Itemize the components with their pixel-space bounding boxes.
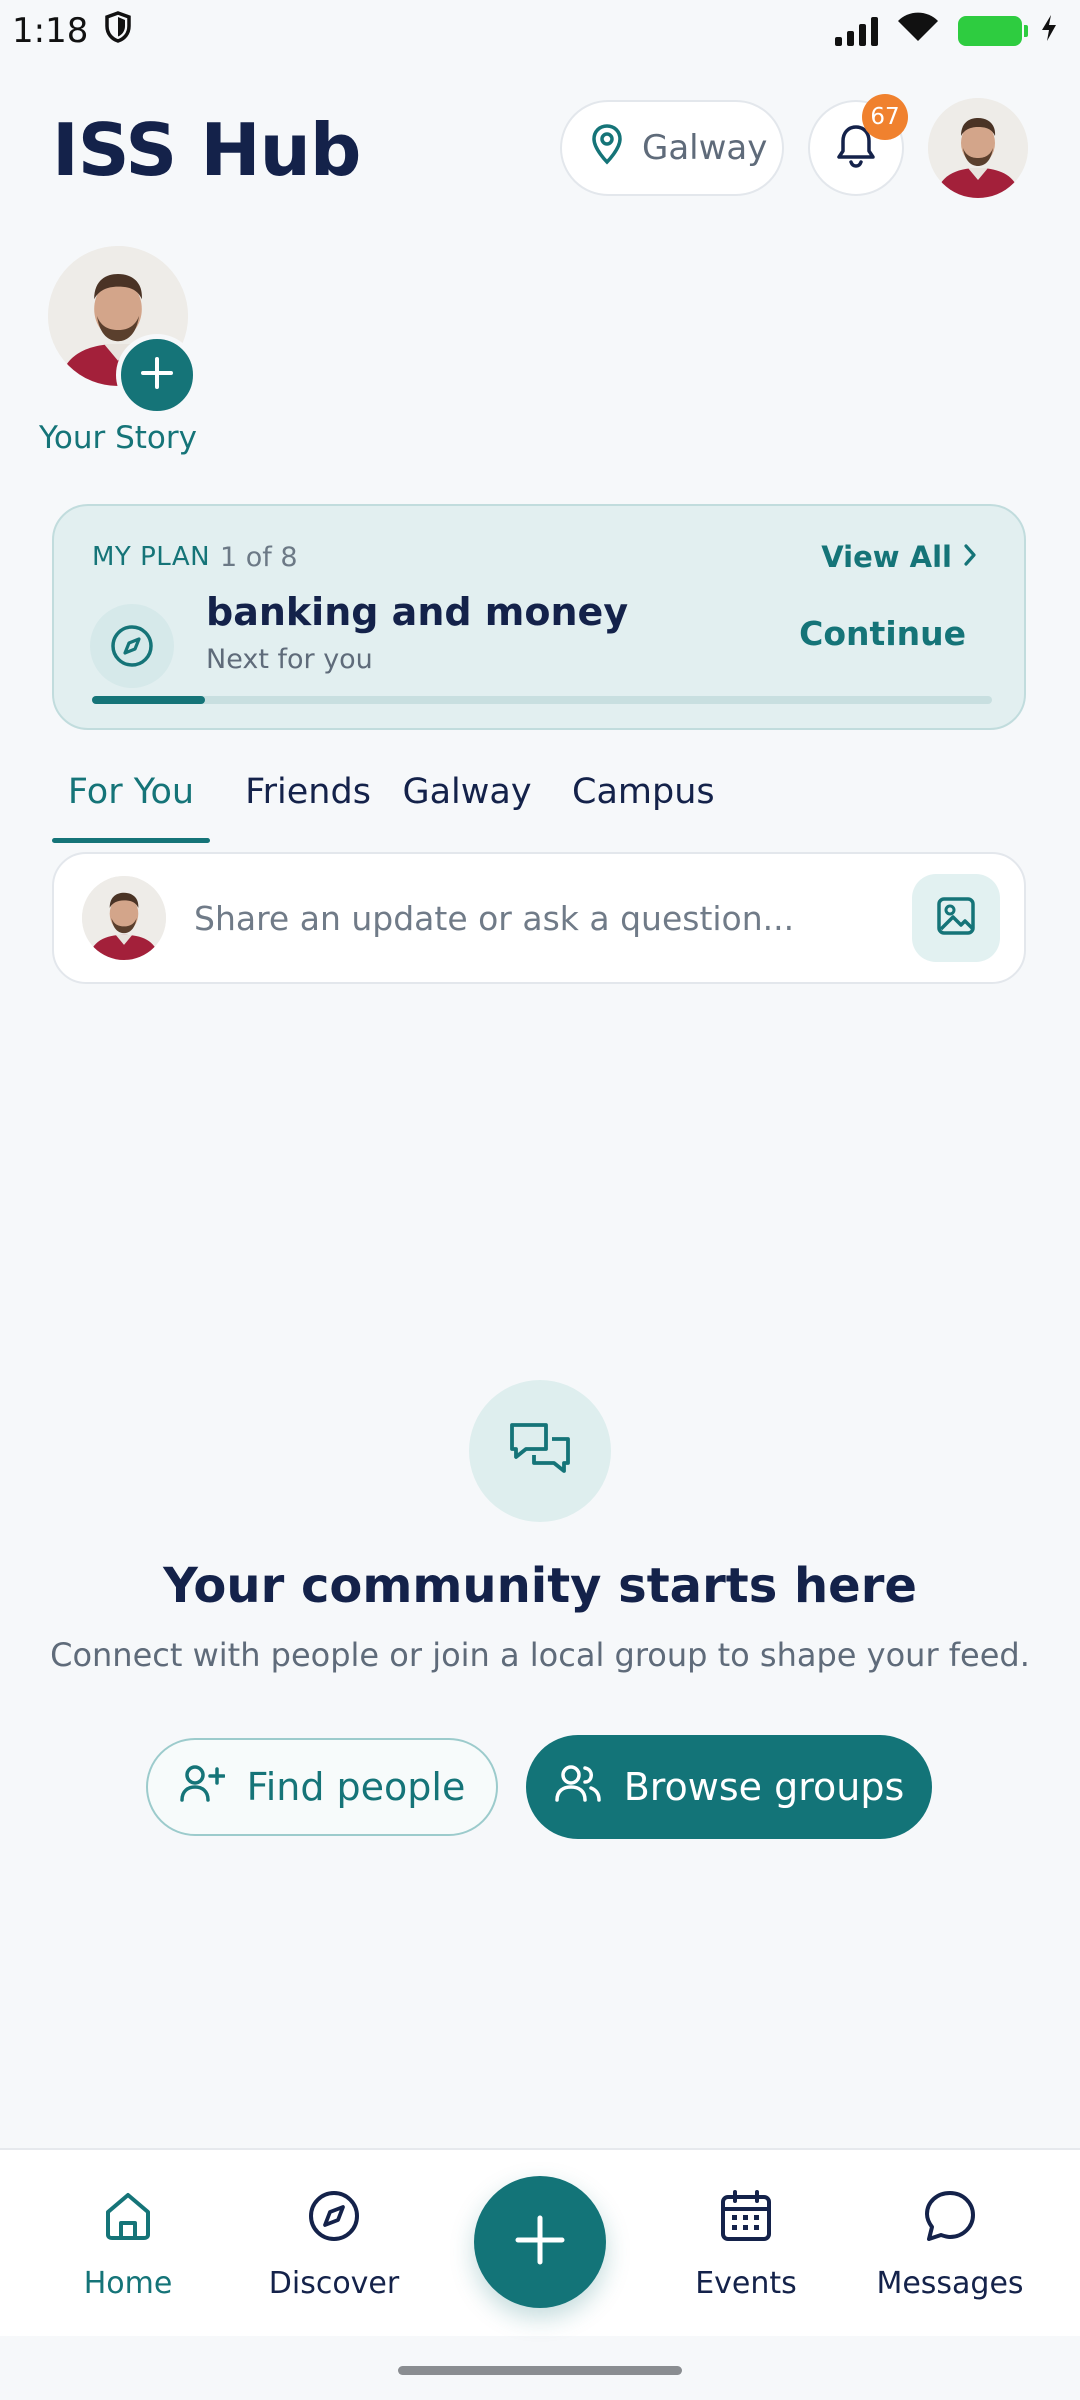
plan-compass-icon bbox=[90, 604, 174, 688]
profile-avatar[interactable] bbox=[928, 98, 1028, 198]
compass-icon bbox=[306, 2188, 362, 2252]
nav-messages-label: Messages bbox=[876, 2266, 1024, 2301]
home-indicator[interactable] bbox=[398, 2366, 682, 2375]
home-icon bbox=[100, 2188, 156, 2252]
post-composer[interactable]: Share an update or ask a question... bbox=[52, 852, 1026, 984]
tab-galway[interactable]: Galway bbox=[396, 760, 538, 842]
plus-icon bbox=[139, 355, 175, 395]
feed-tabs: For You Friends Galway Campus bbox=[52, 760, 715, 843]
location-selector[interactable]: Galway bbox=[560, 100, 784, 196]
shield-icon bbox=[104, 10, 132, 52]
nav-home-label: Home bbox=[83, 2266, 173, 2301]
find-people-button[interactable]: Find people bbox=[146, 1738, 498, 1836]
calendar-icon bbox=[718, 2188, 774, 2252]
plan-subtitle: Next for you bbox=[206, 644, 373, 675]
browse-groups-button[interactable]: Browse groups bbox=[526, 1735, 932, 1839]
nav-home[interactable]: Home bbox=[38, 2188, 218, 2301]
image-icon bbox=[935, 895, 977, 941]
find-people-label: Find people bbox=[246, 1765, 466, 1809]
add-image-button[interactable] bbox=[912, 874, 1000, 962]
battery-icon bbox=[958, 16, 1028, 46]
tab-for-you[interactable]: For You bbox=[52, 760, 210, 843]
nav-discover-label: Discover bbox=[268, 2266, 400, 2301]
nav-messages[interactable]: Messages bbox=[860, 2188, 1040, 2301]
empty-state-title: Your community starts here bbox=[163, 1558, 917, 1614]
message-bubble-icon bbox=[922, 2188, 978, 2252]
plus-icon bbox=[512, 2212, 568, 2272]
your-story-label: Your Story bbox=[39, 420, 197, 456]
charging-icon bbox=[1040, 11, 1058, 51]
notification-badge: 67 bbox=[862, 94, 908, 140]
add-story-button[interactable] bbox=[116, 334, 198, 416]
users-icon bbox=[554, 1763, 602, 1812]
app-title: ISS Hub bbox=[52, 108, 361, 192]
tab-campus[interactable]: Campus bbox=[572, 760, 715, 842]
location-label: Galway bbox=[642, 128, 768, 168]
empty-state-text: Connect with people or join a local grou… bbox=[50, 1636, 1030, 1674]
view-all-link[interactable]: View All bbox=[821, 540, 978, 574]
nav-events-label: Events bbox=[695, 2266, 797, 2301]
composer-avatar bbox=[82, 876, 166, 960]
plan-progress-bar bbox=[92, 696, 992, 704]
tab-friends[interactable]: Friends bbox=[230, 760, 386, 842]
signal-icon bbox=[835, 16, 878, 46]
add-user-icon bbox=[179, 1763, 226, 1812]
plan-progress-fill bbox=[92, 696, 205, 704]
plan-title: banking and money bbox=[206, 590, 629, 634]
wifi-icon bbox=[896, 11, 940, 52]
plan-tag: MY PLAN bbox=[92, 542, 211, 572]
plan-step: 1 of 8 bbox=[220, 542, 298, 573]
nav-discover[interactable]: Discover bbox=[244, 2188, 424, 2301]
status-time: 1:18 bbox=[12, 11, 89, 51]
browse-groups-label: Browse groups bbox=[623, 1765, 905, 1809]
create-post-button[interactable] bbox=[474, 2176, 606, 2308]
nav-events[interactable]: Events bbox=[656, 2188, 836, 2301]
view-all-label: View All bbox=[821, 540, 952, 574]
location-pin-icon bbox=[590, 123, 624, 174]
status-bar: 1:18 bbox=[0, 0, 1080, 62]
my-plan-card[interactable]: MY PLAN 1 of 8 View All banking and mone… bbox=[52, 504, 1026, 730]
composer-input[interactable]: Share an update or ask a question... bbox=[194, 899, 794, 938]
notifications-button[interactable]: 67 bbox=[808, 94, 908, 196]
chat-bubbles-icon bbox=[469, 1380, 611, 1522]
chevron-right-icon bbox=[962, 540, 978, 574]
continue-button[interactable]: Continue bbox=[799, 614, 966, 653]
